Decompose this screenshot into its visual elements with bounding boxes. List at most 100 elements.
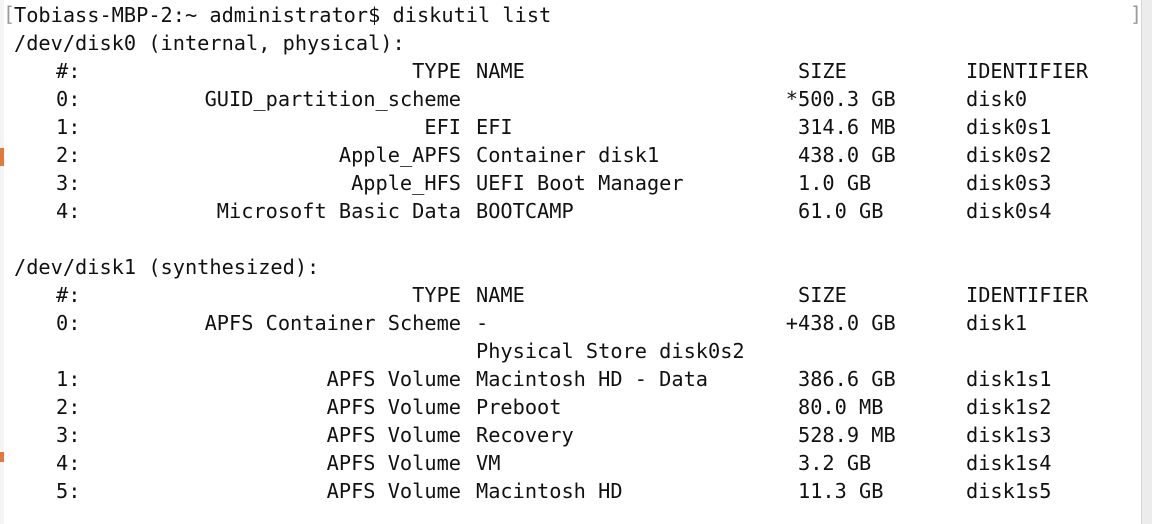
header-num: #:: [56, 283, 81, 307]
row-size: 61.0 GB: [798, 197, 883, 225]
row-name: EFI: [476, 115, 513, 139]
row-type: Microsoft Basic Data: [216, 199, 461, 223]
header-name: NAME: [476, 283, 525, 307]
table-row: 1: EFI EFI 314.6 MB disk0s1: [14, 113, 1139, 141]
row-number: 4:: [56, 199, 81, 223]
terminal-window[interactable]: [ ] Tobiass-MBP-2:~ administrator$ disku…: [0, 0, 1152, 524]
row-size: 80.0 MB: [798, 393, 883, 421]
row-size: * 500.3 GB: [786, 85, 896, 113]
terminal-output[interactable]: Tobiass-MBP-2:~ administrator$ diskutil …: [14, 1, 1139, 505]
disk0-title: /dev/disk0 (internal, physical):: [14, 31, 405, 55]
header-identifier: IDENTIFIER: [966, 59, 1089, 83]
table-row: 0: GUID_partition_scheme * 500.3 GB disk0: [14, 85, 1139, 113]
disk-title: /dev/disk0 (internal, physical):: [14, 29, 1139, 57]
header-num: #:: [56, 59, 81, 83]
row-identifier: disk1s2: [966, 395, 1052, 419]
row-number: 4:: [56, 451, 81, 475]
row-size: 528.9 MB: [798, 421, 896, 449]
row-number: 2:: [56, 143, 81, 167]
header-type: TYPE: [412, 59, 461, 83]
row-identifier: disk1s4: [966, 451, 1052, 475]
row-type: APFS Volume: [326, 479, 461, 503]
row-identifier: disk1s5: [966, 479, 1052, 503]
row-type: APFS Volume: [326, 423, 461, 447]
row-number: 3:: [56, 171, 81, 195]
size-value: 1.0 GB: [798, 171, 872, 195]
row-type: Apple_APFS: [338, 143, 461, 167]
row-identifier: disk0s3: [966, 171, 1052, 195]
row-identifier: disk1s3: [966, 423, 1052, 447]
table-header: #: TYPE NAME SIZE IDENTIFIER: [14, 57, 1139, 85]
header-size: SIZE: [798, 283, 847, 307]
table-row: 3: Apple_HFS UEFI Boot Manager 1.0 GB disk0s…: [14, 169, 1139, 197]
row-number: 0:: [56, 87, 81, 111]
disk1-volume-list: 0: APFS Container Scheme - +438.0 GB disk1 Ph…: [14, 309, 1139, 505]
table-row: 5: APFS Volume Macintosh HD 11.3 GB disk1s5: [14, 477, 1139, 505]
size-value: 500.3 GB: [798, 87, 896, 111]
size-value: 386.6 GB: [798, 367, 896, 391]
left-window-edge: [0, 0, 4, 524]
row-size: 314.6 MB: [798, 113, 896, 141]
row-name: Macintosh HD - Data: [476, 367, 708, 391]
header-type: TYPE: [412, 283, 461, 307]
row-size: 438.0 GB: [798, 141, 896, 169]
header-identifier: IDENTIFIER: [966, 283, 1089, 307]
row-number: 0:: [56, 311, 81, 335]
row-identifier: disk0s2: [966, 143, 1052, 167]
table-row: 4: Microsoft Basic Data BOOTCAMP 61.0 GB dis…: [14, 197, 1139, 225]
row-size: 11.3 GB: [798, 477, 883, 505]
size-prefix: +: [785, 311, 798, 335]
row-type: EFI: [424, 115, 461, 139]
command-line: Tobiass-MBP-2:~ administrator$ diskutil …: [14, 1, 1139, 29]
size-value: 3.2 GB: [798, 451, 872, 475]
scrollbar-track[interactable]: [1141, 0, 1152, 524]
row-number: 1:: [56, 115, 81, 139]
row-number: 1:: [56, 367, 81, 391]
disk1-title: /dev/disk1 (synthesized):: [14, 255, 320, 279]
row-identifier: disk0s4: [966, 199, 1052, 223]
row-identifier: disk1s1: [966, 367, 1052, 391]
row-number: 3:: [56, 423, 81, 447]
size-value: 80.0 MB: [798, 395, 884, 419]
row-number: 2:: [56, 395, 81, 419]
table-row: 3: APFS Volume Recovery 528.9 MB disk1s3: [14, 421, 1139, 449]
size-value: 11.3 GB: [798, 479, 884, 503]
header-size: SIZE: [798, 59, 847, 83]
size-value: 438.0 GB: [798, 311, 896, 335]
size-prefix: *: [785, 87, 798, 111]
disk0-partition-list: 0: GUID_partition_scheme * 500.3 GB disk0 1: E…: [14, 85, 1139, 225]
table-row: 0: APFS Container Scheme - +438.0 GB disk1: [14, 309, 1139, 337]
row-size: 386.6 GB: [798, 365, 896, 393]
row-type: GUID_partition_scheme: [204, 87, 461, 111]
row-name: Macintosh HD: [476, 479, 623, 503]
row-name: -: [476, 311, 489, 335]
row-identifier: disk1: [966, 311, 1028, 335]
row-size: 1.0 GB: [798, 169, 871, 197]
header-name: NAME: [476, 59, 525, 83]
table-row: 2: Apple_APFS Container disk1 438.0 GB disk0…: [14, 141, 1139, 169]
table-row: 2: APFS Volume Preboot 80.0 MB disk1s2: [14, 393, 1139, 421]
table-row: 4: APFS Volume VM 3.2 GB disk1s4: [14, 449, 1139, 477]
row-identifier: disk0: [966, 87, 1028, 111]
row-name: UEFI Boot Manager: [476, 171, 684, 195]
row-type: Apple_HFS: [351, 171, 461, 195]
table-header: #: TYPE NAME SIZE IDENTIFIER: [14, 281, 1139, 309]
command-text: Tobiass-MBP-2:~ administrator$ diskutil …: [14, 3, 552, 27]
row-size: 3.2 GB: [798, 449, 871, 477]
row-name: BOOTCAMP: [476, 199, 574, 223]
row-name: Preboot: [476, 395, 562, 419]
row-name: Container disk1: [476, 143, 660, 167]
row-name-continuation: Physical Store disk0s2: [476, 339, 745, 363]
row-name: VM: [476, 451, 501, 475]
row-identifier: disk0s1: [966, 115, 1052, 139]
row-type: APFS Container Scheme: [204, 311, 461, 335]
left-edge-mark: [0, 452, 4, 462]
row-type: APFS Volume: [326, 395, 461, 419]
row-type: APFS Volume: [326, 451, 461, 475]
disk-title: /dev/disk1 (synthesized):: [14, 253, 1139, 281]
size-value: 314.6 MB: [798, 115, 896, 139]
row-type: APFS Volume: [326, 367, 461, 391]
row-name: Recovery: [476, 423, 574, 447]
size-value: 61.0 GB: [798, 199, 884, 223]
